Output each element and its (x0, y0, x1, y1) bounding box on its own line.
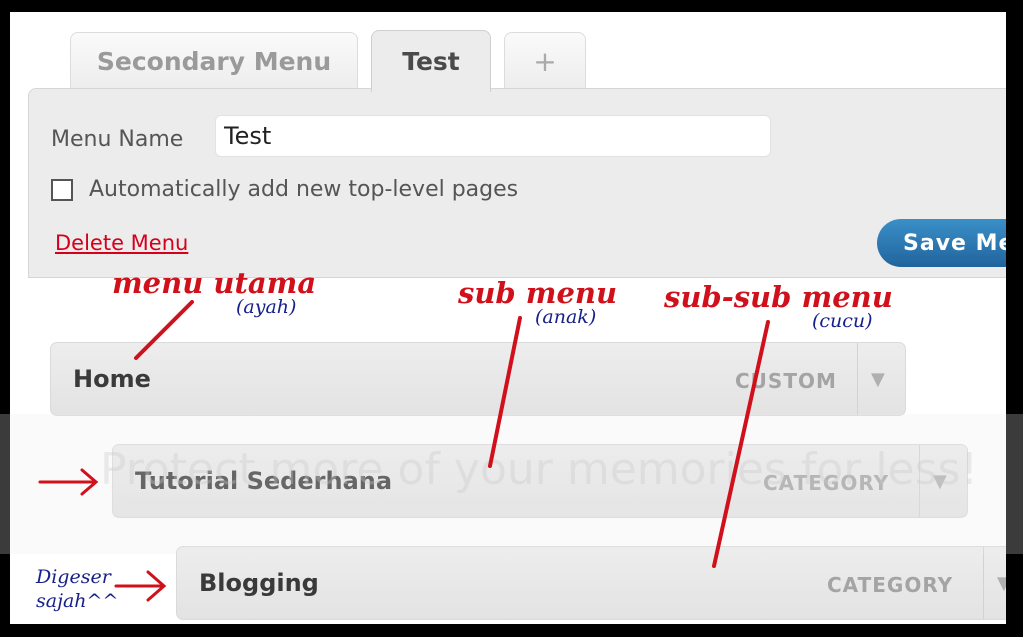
annotation-cucu: (cucu) (812, 310, 873, 332)
annotation-digeser-line2: sajah^^ (36, 590, 119, 612)
annotation-digeser-line1: Digeser (36, 566, 111, 588)
annotation-sub-sub-menu: sub-sub menu (664, 280, 893, 314)
annotation-line-subsub (712, 320, 770, 568)
arrow-right-icon (38, 468, 99, 496)
annotation-sub-menu: sub menu (458, 276, 618, 310)
annotation-menu-utama: menu utama (112, 266, 317, 300)
annotation-line-home (134, 300, 194, 360)
annotation-ayah: (ayah) (236, 296, 297, 318)
annotation-anak: (anak) (535, 306, 597, 328)
annotation-line-sub (488, 316, 522, 468)
arrow-right-icon (114, 570, 167, 602)
